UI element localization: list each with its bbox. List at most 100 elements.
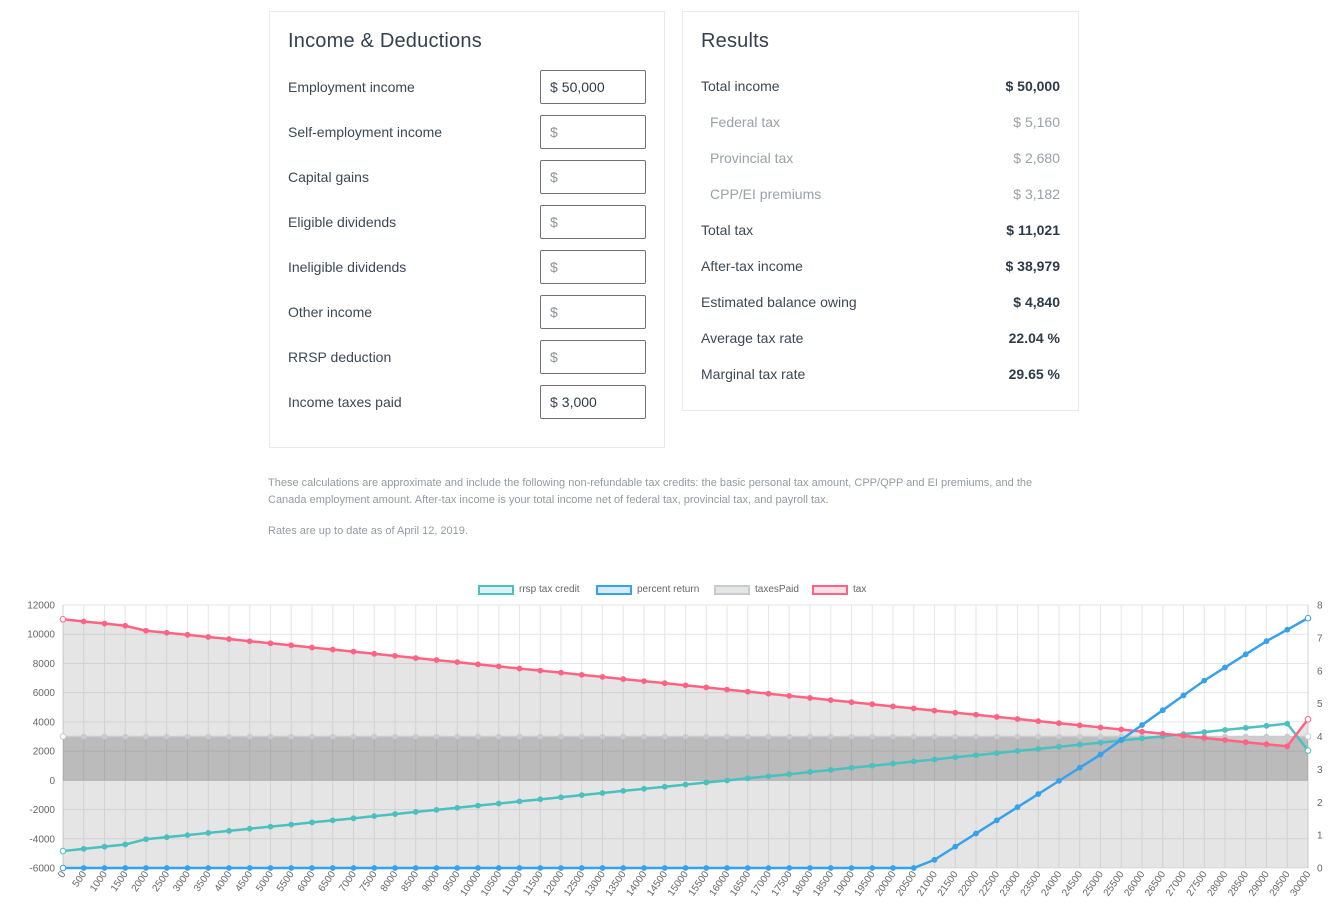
data-point <box>1284 733 1291 740</box>
data-point <box>848 733 855 740</box>
data-point <box>1242 733 1249 740</box>
data-point <box>454 865 461 871</box>
data-point <box>350 865 357 871</box>
legend-item[interactable]: rrsp tax credit <box>478 584 580 595</box>
x-tick-label: 17500 <box>770 869 795 898</box>
data-point <box>143 865 149 871</box>
x-tick-label: 7000 <box>337 869 359 894</box>
data-point <box>392 733 398 740</box>
x-tick-label: 14500 <box>645 869 670 898</box>
data-point <box>350 815 357 822</box>
x-tick-label: 7500 <box>358 869 380 894</box>
data-point <box>890 703 896 710</box>
currency-input[interactable]: $ <box>540 250 646 284</box>
x-tick-label: 12500 <box>562 869 587 898</box>
data-point <box>1035 718 1042 725</box>
legend-item[interactable]: tax <box>812 584 866 595</box>
result-value: 22.04 % <box>1008 330 1060 346</box>
data-point <box>309 865 315 871</box>
legend-swatch <box>478 584 514 595</box>
x-tick-label: 18000 <box>790 869 815 898</box>
data-point <box>1139 728 1145 735</box>
x-tick-label: 16000 <box>707 869 732 898</box>
x-tick-label: 22500 <box>977 869 1002 898</box>
chart: 120001000080006000400020000-2000-4000-60… <box>27 601 1323 899</box>
data-point <box>329 646 336 653</box>
dollar-prefix: $ <box>550 79 558 95</box>
y-left-tick-label: 12000 <box>27 601 55 612</box>
result-row: Average tax rate 22.04 % <box>701 330 1060 350</box>
data-point <box>578 792 585 798</box>
data-point <box>1097 724 1104 731</box>
data-point <box>599 673 606 680</box>
data-point <box>558 669 564 676</box>
x-tick-label: 15000 <box>666 869 691 898</box>
currency-input[interactable]: $50,000 <box>540 70 646 104</box>
x-tick-label: 24000 <box>1039 869 1064 898</box>
data-point <box>163 733 170 740</box>
y-right-tick-label: 2 <box>1317 798 1323 809</box>
data-point <box>641 865 647 871</box>
data-point <box>433 806 440 813</box>
y-right-tick-label: 6 <box>1317 666 1323 677</box>
data-point <box>267 823 274 830</box>
data-point <box>1097 739 1104 746</box>
currency-input[interactable]: $ <box>540 205 646 239</box>
result-label: Provincial tax <box>710 150 794 166</box>
data-point <box>1263 741 1270 748</box>
data-point <box>827 865 834 871</box>
data-point <box>1014 804 1021 811</box>
data-point <box>827 767 834 773</box>
data-point <box>765 773 772 780</box>
legend-item[interactable]: percent return <box>596 584 699 595</box>
taxes-paid-area <box>63 736 1308 781</box>
data-point <box>1222 664 1228 671</box>
data-point <box>578 733 585 740</box>
credits-note: These calculations are approximate and i… <box>268 477 1033 506</box>
legend-item[interactable]: taxesPaid <box>714 584 799 595</box>
data-point <box>1180 732 1187 739</box>
data-point <box>578 671 585 678</box>
x-tick-label: 500 <box>71 869 90 889</box>
data-point <box>910 733 917 740</box>
x-tick-label: 27500 <box>1185 869 1210 898</box>
y-right-tick-label: 8 <box>1317 601 1323 612</box>
data-point <box>433 657 440 663</box>
data-point <box>537 796 544 803</box>
data-point <box>537 733 544 740</box>
currency-input[interactable]: $ <box>540 295 646 329</box>
data-point <box>786 733 793 740</box>
x-tick-label: 12000 <box>541 869 566 898</box>
data-point <box>433 865 440 871</box>
data-point <box>1159 707 1166 714</box>
result-value: 29.65 % <box>1008 366 1060 382</box>
y-left-tick-label: 0 <box>49 776 55 787</box>
currency-input[interactable]: $ <box>540 340 646 374</box>
result-label: Estimated balance owing <box>701 294 857 310</box>
data-point <box>682 682 689 689</box>
x-tick-label: 26000 <box>1122 869 1147 898</box>
data-point <box>1242 724 1249 731</box>
data-point <box>786 865 793 871</box>
x-tick-label: 17000 <box>749 869 774 898</box>
data-point <box>703 733 710 740</box>
result-value: $ 50,000 <box>1005 78 1061 94</box>
x-tick-label: 23000 <box>998 869 1023 898</box>
data-point <box>101 620 108 627</box>
currency-input[interactable]: $3,000 <box>540 385 646 419</box>
field-label: Income taxes paid <box>288 394 402 410</box>
data-point <box>163 834 170 841</box>
series-line <box>62 722 1309 853</box>
data-point <box>1118 726 1125 733</box>
result-label: Total income <box>701 78 780 94</box>
data-point <box>1222 733 1228 740</box>
data-point <box>454 659 461 666</box>
x-tick-label: 13500 <box>604 869 629 898</box>
data-point <box>1035 791 1042 797</box>
currency-input[interactable]: $ <box>540 160 646 194</box>
data-point <box>1263 733 1270 740</box>
currency-input[interactable]: $ <box>540 115 646 149</box>
data-point <box>661 733 668 740</box>
x-tick-label: 4000 <box>213 869 235 894</box>
data-point <box>848 699 855 706</box>
